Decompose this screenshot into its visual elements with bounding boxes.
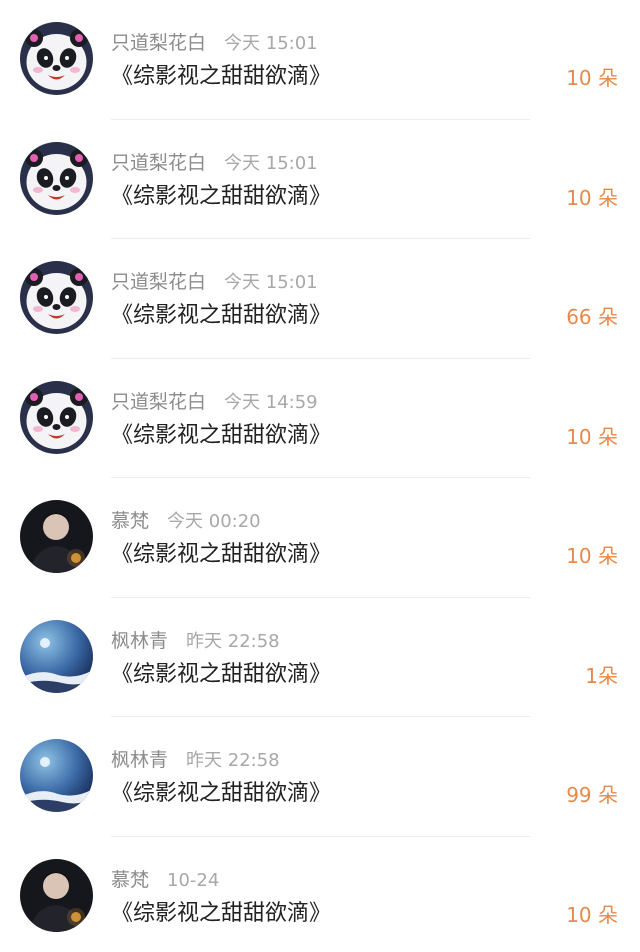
gift-amount: 10 朵 xyxy=(566,424,618,449)
avatar[interactable] xyxy=(20,858,93,932)
avatar[interactable] xyxy=(20,619,93,693)
timestamp: 今天 14:59 xyxy=(224,391,318,413)
gift-amount: 99 朵 xyxy=(566,783,618,807)
panda-avatar-icon xyxy=(20,141,93,215)
portrait-avatar-icon xyxy=(20,500,93,573)
avatar[interactable] xyxy=(20,500,93,573)
list-item[interactable]: 只道梨花白 今天 14:59 《综影视之甜甜欲滴》 10 朵 xyxy=(0,359,640,478)
list-item[interactable]: 枫林青 昨天 22:58 《综影视之甜甜欲滴》 1朵 xyxy=(0,598,640,717)
list-item[interactable]: 慕梵 今天 00:20 《综影视之甜甜欲滴》 10 朵 xyxy=(0,478,640,598)
username[interactable]: 只道梨花白 今天 15:01 xyxy=(111,150,318,177)
timestamp: 今天 15:01 xyxy=(224,152,318,174)
username-text[interactable]: 只道梨花白 xyxy=(111,271,206,293)
avatar[interactable] xyxy=(20,380,93,454)
list-item[interactable]: 枫林青 昨天 22:58 《综影视之甜甜欲滴》 99 朵 xyxy=(0,717,640,837)
panda-avatar-icon xyxy=(20,380,93,454)
list-item[interactable]: 只道梨花白 今天 15:01 《综影视之甜甜欲滴》 10 朵 xyxy=(0,120,640,239)
book-title[interactable]: 《综影视之甜甜欲滴》 xyxy=(111,779,331,809)
username-text[interactable]: 只道梨花白 xyxy=(111,391,206,413)
book-title[interactable]: 《综影视之甜甜欲滴》 xyxy=(111,660,331,690)
list-item[interactable]: 只道梨花白 今天 15:01 《综影视之甜甜欲滴》 66 朵 xyxy=(0,239,640,359)
username[interactable]: 只道梨花白 今天 15:01 xyxy=(111,30,318,57)
username[interactable]: 慕梵 10-24 xyxy=(111,867,219,894)
avatar[interactable] xyxy=(20,141,93,215)
book-title[interactable]: 《综影视之甜甜欲滴》 xyxy=(111,899,331,929)
list-item[interactable]: 只道梨花白 今天 15:01 《综影视之甜甜欲滴》 10 朵 xyxy=(0,0,640,120)
moon-avatar-icon xyxy=(20,739,93,812)
timestamp: 今天 15:01 xyxy=(224,272,318,293)
gift-record-list: 只道梨花白 今天 15:01 《综影视之甜甜欲滴》 10 朵 只道梨花白 今天 … xyxy=(0,0,640,952)
list-item[interactable]: 慕梵 10-24 《综影视之甜甜欲滴》 10 朵 xyxy=(0,837,640,952)
portrait-avatar-icon xyxy=(20,858,93,932)
panda-avatar-icon xyxy=(20,261,93,334)
username-text[interactable]: 慕梵 xyxy=(111,510,149,532)
avatar[interactable] xyxy=(20,261,93,334)
gift-amount: 1朵 xyxy=(585,663,618,688)
username-text[interactable]: 慕梵 xyxy=(111,869,149,891)
timestamp: 昨天 22:58 xyxy=(186,630,280,652)
timestamp: 10-24 xyxy=(167,869,220,891)
username[interactable]: 枫林青 昨天 22:58 xyxy=(111,628,280,655)
book-title[interactable]: 《综影视之甜甜欲滴》 xyxy=(111,62,331,92)
username-text[interactable]: 枫林青 xyxy=(111,630,168,652)
username-text[interactable]: 只道梨花白 xyxy=(111,32,206,54)
avatar[interactable] xyxy=(20,22,93,95)
username[interactable]: 慕梵 今天 00:20 xyxy=(111,508,261,535)
timestamp: 昨天 22:58 xyxy=(186,750,280,771)
book-title[interactable]: 《综影视之甜甜欲滴》 xyxy=(111,182,331,212)
panda-avatar-icon xyxy=(20,22,93,95)
timestamp: 今天 15:01 xyxy=(224,33,318,54)
username[interactable]: 枫林青 昨天 22:58 xyxy=(111,747,280,774)
book-title[interactable]: 《综影视之甜甜欲滴》 xyxy=(111,301,331,331)
gift-amount: 66 朵 xyxy=(566,305,618,329)
avatar[interactable] xyxy=(20,739,93,812)
book-title[interactable]: 《综影视之甜甜欲滴》 xyxy=(111,421,331,451)
gift-amount: 10 朵 xyxy=(566,185,618,210)
timestamp: 今天 00:20 xyxy=(167,511,261,532)
username[interactable]: 只道梨花白 今天 15:01 xyxy=(111,269,318,296)
username-text[interactable]: 枫林青 xyxy=(111,749,168,771)
gift-amount: 10 朵 xyxy=(566,544,618,568)
username[interactable]: 只道梨花白 今天 14:59 xyxy=(111,389,318,416)
username-text[interactable]: 只道梨花白 xyxy=(111,152,206,174)
moon-avatar-icon xyxy=(20,619,93,693)
gift-amount: 10 朵 xyxy=(566,66,618,90)
book-title[interactable]: 《综影视之甜甜欲滴》 xyxy=(111,540,331,570)
gift-amount: 10 朵 xyxy=(566,902,618,927)
